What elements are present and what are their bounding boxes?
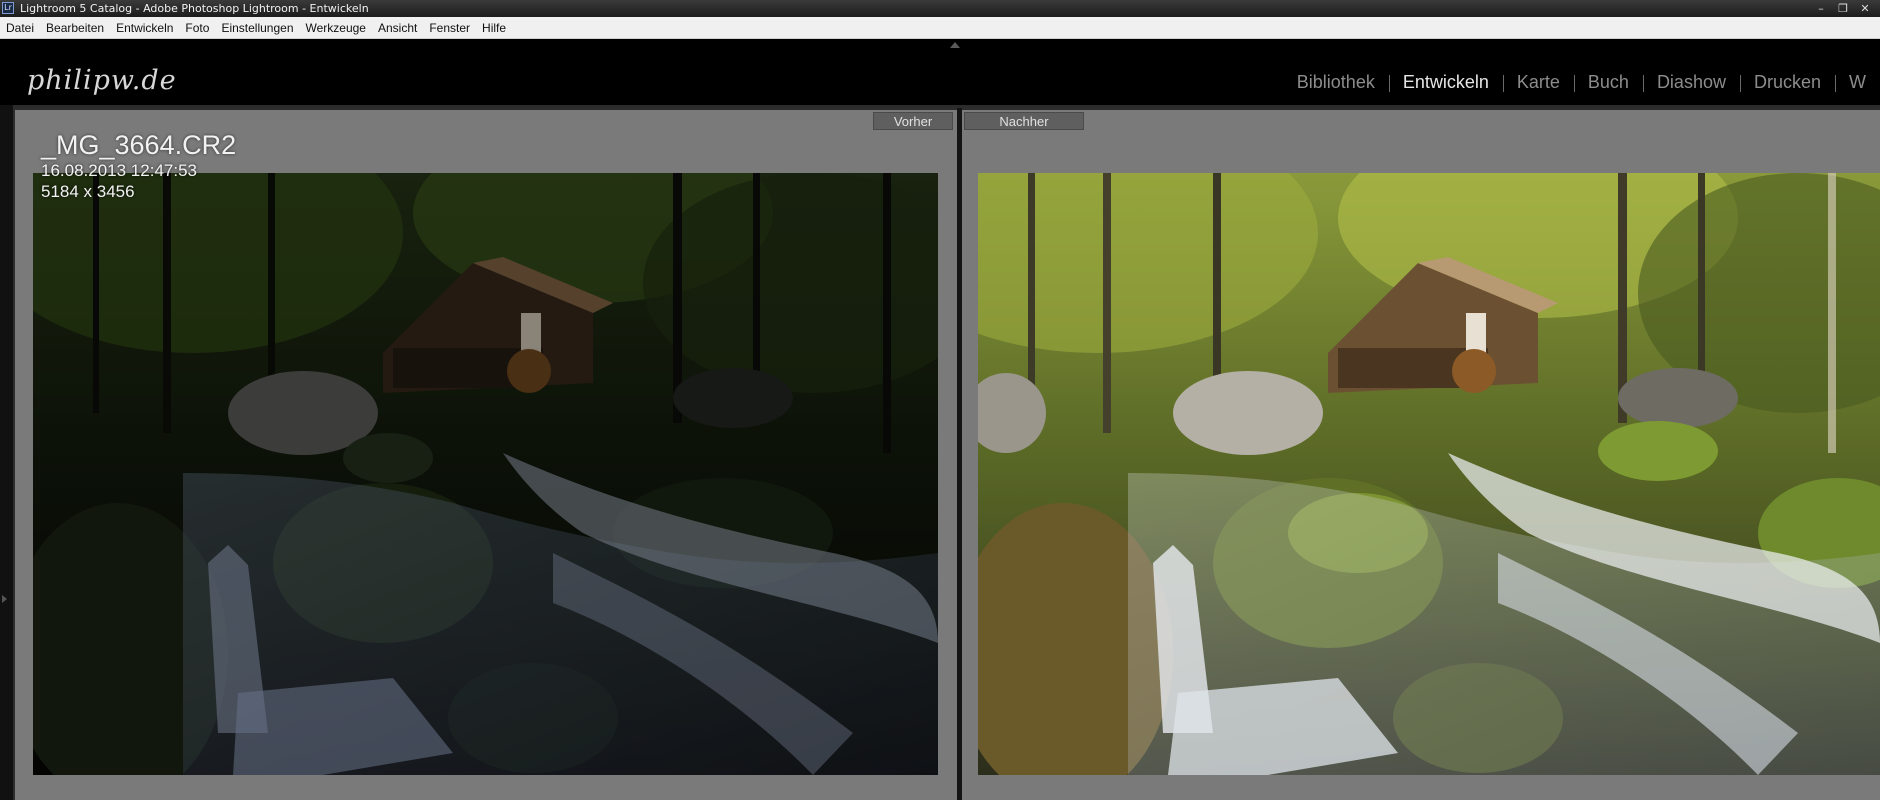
menu-foto[interactable]: Foto [179, 21, 215, 35]
menu-bar: Datei Bearbeiten Entwickeln Foto Einstel… [0, 17, 1880, 39]
menu-werkzeuge[interactable]: Werkzeuge [300, 21, 372, 35]
panel-handle-icon[interactable] [2, 595, 7, 603]
before-label: Vorher [873, 112, 953, 130]
menu-entwickeln[interactable]: Entwickeln [110, 21, 179, 35]
minimize-icon[interactable]: – [1810, 0, 1832, 17]
module-picker: Bibliothek Entwickeln Karte Buch Diashow… [1283, 72, 1880, 93]
module-bibliothek[interactable]: Bibliothek [1283, 72, 1389, 93]
before-photo[interactable] [33, 173, 938, 775]
before-photo-image [33, 173, 938, 775]
photo-dimensions: 5184 x 3456 [41, 182, 135, 201]
module-web[interactable]: W [1835, 72, 1880, 93]
module-buch[interactable]: Buch [1573, 72, 1643, 93]
after-photo[interactable] [978, 173, 1880, 775]
photo-info-overlay: _MG_3664.CR2 16.08.2013 12:47:53 5184 x … [41, 130, 236, 202]
menu-fenster[interactable]: Fenster [423, 21, 476, 35]
close-icon[interactable]: ✕ [1854, 0, 1876, 17]
menu-ansicht[interactable]: Ansicht [372, 21, 423, 35]
after-label: Nachher [964, 112, 1084, 130]
window-controls: – ❐ ✕ [1810, 0, 1876, 17]
left-panel-edge[interactable] [0, 105, 13, 800]
after-pane: Nachher [962, 108, 1880, 800]
identity-plate: philipw.de [27, 65, 177, 96]
photo-filename: _MG_3664.CR2 [41, 130, 237, 160]
menu-einstellungen[interactable]: Einstellungen [215, 21, 299, 35]
module-header: philipw.de Bibliothek Entwickeln Karte B… [0, 39, 1880, 105]
lightroom-app-icon: Lr [2, 2, 14, 14]
window-title: Lightroom 5 Catalog - Adobe Photoshop Li… [20, 2, 369, 15]
module-diashow[interactable]: Diashow [1642, 72, 1740, 93]
menu-datei[interactable]: Datei [0, 21, 40, 35]
menu-bearbeiten[interactable]: Bearbeiten [40, 21, 110, 35]
menu-hilfe[interactable]: Hilfe [476, 21, 512, 35]
collapse-arrow-icon[interactable] [950, 42, 960, 48]
window-titlebar: Lr Lightroom 5 Catalog - Adobe Photoshop… [0, 0, 1880, 17]
photo-datetime: 16.08.2013 12:47:53 [41, 161, 197, 180]
after-photo-image [978, 173, 1880, 775]
module-karte[interactable]: Karte [1502, 72, 1574, 93]
before-pane: Vorher _MG_3664.CR2 16.08.2013 12:47:53 … [15, 108, 957, 800]
module-drucken[interactable]: Drucken [1739, 72, 1835, 93]
module-entwickeln[interactable]: Entwickeln [1388, 72, 1503, 93]
restore-icon[interactable]: ❐ [1832, 0, 1854, 17]
